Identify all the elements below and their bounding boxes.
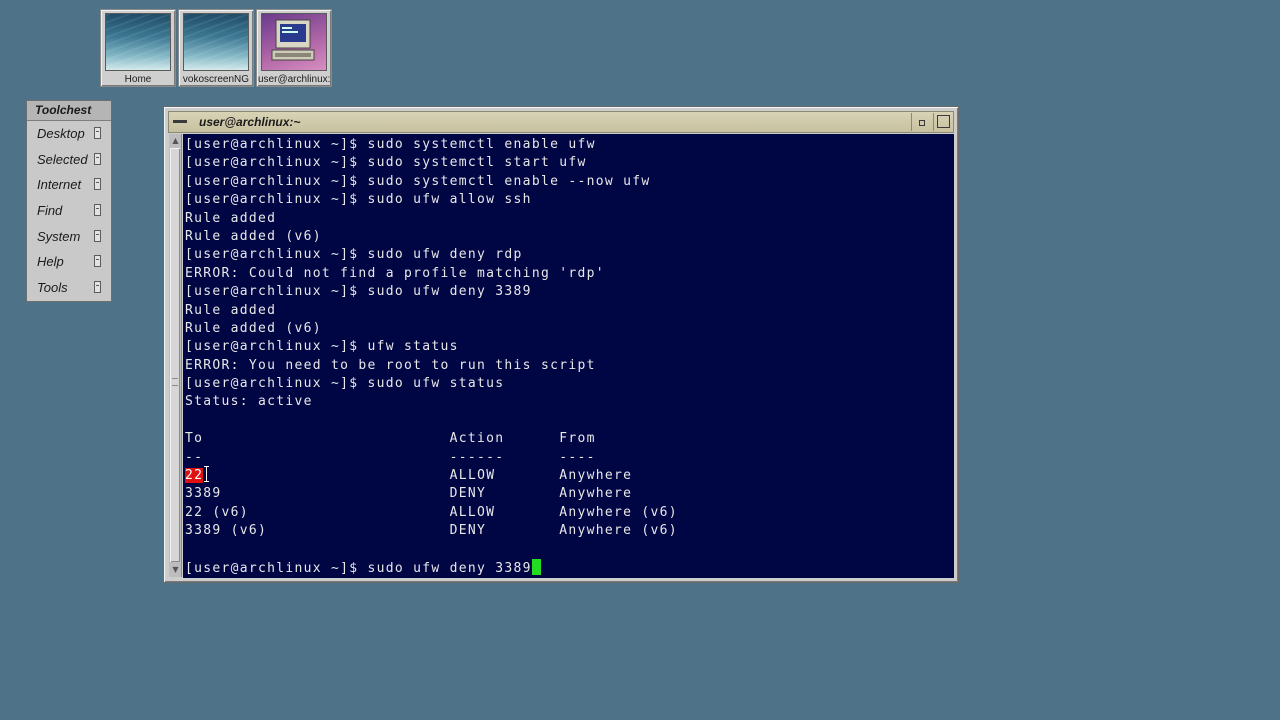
- terminal-line-text: ERROR: You need to be root to run this s…: [185, 357, 596, 373]
- toolchest-item-label: Tools: [37, 280, 68, 296]
- terminal-line-text: Rule added (v6): [185, 320, 322, 336]
- terminal-line: [user@archlinux ~]$ sudo ufw deny 3389: [185, 283, 678, 301]
- minimize-icon[interactable]: [911, 113, 931, 131]
- terminal-icon: [261, 13, 327, 71]
- terminal-line-text: [user@archlinux ~]$ sudo ufw status: [185, 376, 505, 392]
- desktop-icon-label: vokoscreenNG: [182, 74, 250, 85]
- terminal-window: user@archlinux:~ ▲ ▼ [user@archlinux ~]$…: [163, 106, 959, 583]
- scroll-up-arrow-icon[interactable]: ▲: [170, 135, 181, 147]
- terminal-line: [user@archlinux ~]$ sudo ufw deny 3389: [185, 558, 678, 577]
- terminal-line: Rule added (v6): [185, 320, 678, 338]
- terminal-line: [user@archlinux ~]$ sudo systemctl enabl…: [185, 173, 678, 191]
- terminal-line-text: [user@archlinux ~]$ sudo ufw deny 3389: [185, 284, 532, 300]
- terminal-line-text: 3389 (v6) DENY Anywhere (v6): [185, 523, 678, 539]
- toolchest-menu: Toolchest Desktop Selected Internet Find…: [26, 100, 112, 302]
- terminal-line-text: 3389 DENY Anywhere: [185, 486, 633, 502]
- terminal-line: ERROR: Could not find a profile matching…: [185, 265, 678, 283]
- scroll-thumb[interactable]: [170, 148, 180, 562]
- terminal-line: -- ------ ----: [185, 449, 678, 467]
- desktop-icon-label: user@archlinux:~: [258, 74, 330, 85]
- submenu-icon: [94, 127, 101, 139]
- toolchest-item-selected[interactable]: Selected: [27, 147, 111, 173]
- toolchest-item-tools[interactable]: Tools: [27, 275, 111, 301]
- toolchest-title: Toolchest: [27, 101, 111, 121]
- terminal-line-text: Rule added: [185, 302, 277, 318]
- terminal-line-text: [user@archlinux ~]$ sudo systemctl start…: [185, 155, 587, 171]
- toolchest-item-desktop[interactable]: Desktop: [27, 121, 111, 147]
- submenu-icon: [94, 152, 101, 165]
- scroll-down-arrow-icon[interactable]: ▼: [170, 564, 181, 576]
- terminal-lines: [user@archlinux ~]$ sudo systemctl enabl…: [185, 136, 678, 577]
- toolchest-item-internet[interactable]: Internet: [27, 172, 111, 198]
- terminal-line: Rule added: [185, 210, 678, 228]
- terminal-line: 22 ALLOW Anywhere: [185, 467, 678, 485]
- terminal-line-text: To Action From: [185, 431, 596, 447]
- terminal-line-text: ALLOW Anywhere: [203, 468, 633, 484]
- toolchest-item-help[interactable]: Help: [27, 249, 111, 275]
- terminal-line: [user@archlinux ~]$ ufw status: [185, 338, 678, 356]
- toolchest-item-find[interactable]: Find: [27, 198, 111, 224]
- terminal-line-text: 22 (v6) ALLOW Anywhere (v6): [185, 504, 678, 520]
- desktop-icon-label: Home: [124, 74, 152, 85]
- terminal-scrollbar[interactable]: ▲ ▼: [169, 134, 182, 577]
- desktop-icon-home[interactable]: Home: [100, 9, 176, 87]
- terminal-line-text: [user@archlinux ~]$ sudo systemctl enabl…: [185, 137, 596, 152]
- window-titlebar[interactable]: user@archlinux:~: [168, 111, 954, 133]
- terminal-line: [user@archlinux ~]$ sudo systemctl enabl…: [185, 136, 678, 154]
- terminal-line: 22 (v6) ALLOW Anywhere (v6): [185, 504, 678, 522]
- terminal-line-text: [user@archlinux ~]$ ufw status: [185, 339, 459, 355]
- selected-text: 22: [185, 468, 204, 484]
- terminal-cursor: [531, 558, 541, 575]
- terminal-line: [user@archlinux ~]$ sudo ufw status: [185, 375, 678, 393]
- terminal-line-text: Rule added: [185, 210, 277, 226]
- terminal-line: [user@archlinux ~]$ sudo ufw deny rdp: [185, 246, 678, 264]
- terminal-line-text: [user@archlinux ~]$ sudo ufw deny 3389: [185, 560, 532, 576]
- vokoscreen-icon: [183, 13, 249, 71]
- terminal-line-text: [user@archlinux ~]$ sudo systemctl enabl…: [185, 173, 651, 189]
- text-cursor-icon: [204, 465, 210, 483]
- window-menu-icon[interactable]: [171, 114, 189, 130]
- toolchest-item-label: Find: [37, 203, 63, 219]
- terminal-line: 3389 (v6) DENY Anywhere (v6): [185, 522, 678, 540]
- terminal-line: Rule added (v6): [185, 228, 678, 246]
- terminal-line-text: Status: active: [185, 394, 313, 410]
- terminal-line-text: [user@archlinux ~]$ sudo ufw deny rdp: [185, 247, 523, 263]
- terminal-line: ERROR: You need to be root to run this s…: [185, 357, 678, 375]
- submenu-icon: [94, 229, 101, 242]
- home-folder-icon: [105, 13, 171, 71]
- desktop: Home vokoscreenNG user@archlinux:~ Toolc…: [0, 0, 1280, 720]
- submenu-icon: [94, 255, 101, 268]
- toolchest-item-label: Help: [37, 254, 64, 270]
- desktop-icon-vokoscreen[interactable]: vokoscreenNG: [178, 9, 254, 87]
- terminal-line: To Action From: [185, 430, 678, 448]
- submenu-icon: [94, 204, 101, 217]
- toolchest-item-system[interactable]: System: [27, 224, 111, 250]
- toolchest-item-label: System: [37, 228, 81, 244]
- terminal-line: Status: active: [185, 393, 678, 411]
- terminal-line: 3389 DENY Anywhere: [185, 485, 678, 503]
- terminal-output[interactable]: [user@archlinux ~]$ sudo systemctl enabl…: [183, 134, 954, 578]
- terminal-line: [user@archlinux ~]$ sudo systemctl start…: [185, 154, 678, 172]
- toolchest-item-label: Desktop: [37, 126, 85, 141]
- terminal-line-text: [user@archlinux ~]$ sudo ufw allow ssh: [185, 192, 532, 208]
- desktop-icon-terminal[interactable]: user@archlinux:~: [256, 9, 332, 87]
- submenu-icon: [94, 281, 101, 294]
- terminal-line: [user@archlinux ~]$ sudo ufw allow ssh: [185, 191, 678, 209]
- window-title: user@archlinux:~: [199, 115, 301, 129]
- toolchest-item-label: Internet: [37, 177, 82, 193]
- terminal-line-text: -- ------ ----: [185, 449, 596, 465]
- maximize-icon[interactable]: [933, 113, 953, 131]
- terminal-line: Rule added: [185, 302, 678, 320]
- submenu-icon: [94, 178, 101, 191]
- toolchest-item-label: Selected: [37, 151, 88, 167]
- terminal-line-text: ERROR: Could not find a profile matching…: [185, 265, 605, 281]
- terminal-line-text: Rule added (v6): [185, 228, 322, 244]
